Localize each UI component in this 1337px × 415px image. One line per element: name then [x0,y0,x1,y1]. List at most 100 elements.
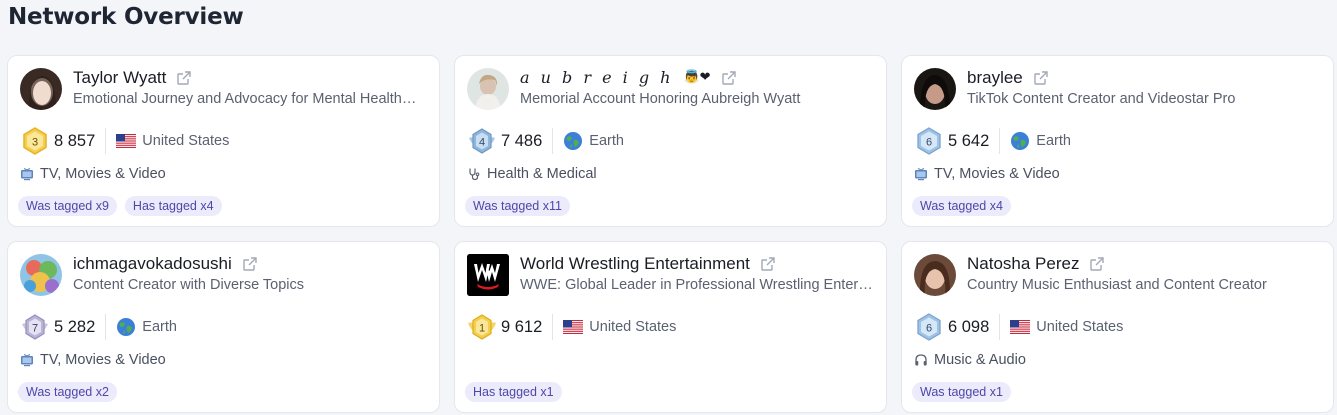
tag-badge[interactable]: Has tagged x1 [465,382,562,402]
category-label: TV, Movies & Video [40,352,166,368]
location: Earth [1010,131,1071,151]
profile-name[interactable]: World Wrestling Entertainment [520,254,750,274]
category: Music & Audio [914,352,1026,368]
location-label: Earth [142,319,177,335]
followers-count: 6 098 [948,314,1001,340]
category: TV, Movies & Video [20,166,166,182]
rank-winged-silver-badge-icon: 7 [22,314,48,340]
profile-card[interactable]: ichmagavokadosushi Content Creator with … [7,241,440,413]
followers-count: 7 486 [501,128,554,154]
avatar[interactable] [914,68,956,110]
followers-count: 9 612 [501,314,554,340]
name-emoji: 👼❤ [683,70,711,85]
followers-count: 5 642 [948,128,1001,154]
category: Health & Medical [467,166,597,182]
profile-description: TikTok Content Creator and Videostar Pro [967,91,1236,107]
us-flag-icon [563,320,584,334]
stats-row: 1 9 612 United States [467,312,676,342]
location: Earth [116,317,177,337]
page-title: Network Overview [8,4,244,30]
tag-list: Was tagged x11 [465,196,570,216]
tv-icon [915,168,927,181]
profile-description: Memorial Account Honoring Aubreigh Wyatt [520,91,801,107]
external-link-icon[interactable] [1089,256,1105,272]
location: Earth [563,131,624,151]
profile-card[interactable]: World Wrestling Entertainment WWE: Globa… [454,241,887,413]
profile-card[interactable]: Taylor Wyatt Emotional Journey and Advoc… [7,55,440,227]
avatar[interactable] [914,254,956,296]
profile-name[interactable]: braylee [967,68,1023,88]
stats-row: 3 8 857 United States [20,126,229,156]
wwe-logo-avatar[interactable] [467,254,509,296]
us-flag-icon [1010,320,1031,334]
profile-name[interactable]: Natosha Perez [967,254,1079,274]
svg-text:3: 3 [32,137,38,149]
tag-badge[interactable]: Was tagged x11 [465,196,570,216]
location: United States [116,133,229,149]
stats-row: 4 7 486 Earth [467,126,624,156]
external-link-icon[interactable] [242,256,258,272]
profile-description: WWE: Global Leader in Professional Wrest… [520,277,876,293]
location-label: United States [142,133,230,149]
profile-card[interactable]: a u b r e i g h 👼❤ Memorial Account Hono… [454,55,887,227]
tag-badge[interactable]: Was tagged x9 [18,196,117,216]
external-link-icon[interactable] [760,256,776,272]
tv-icon [21,354,33,367]
avatar[interactable] [467,68,509,110]
tv-icon [21,168,33,181]
followers-count: 5 282 [54,314,107,340]
profile-name[interactable]: a u b r e i g h [520,68,673,87]
svg-text:4: 4 [479,137,485,149]
tag-list: Has tagged x1 [465,382,562,402]
stats-row: 6 5 642 Earth [914,126,1071,156]
globe-icon [564,132,583,150]
svg-text:6: 6 [926,323,932,335]
avatar[interactable] [20,68,62,110]
globe-icon [1011,132,1030,150]
tag-list: Was tagged x4 [912,196,1011,216]
profile-card[interactable]: braylee TikTok Content Creator and Video… [901,55,1334,227]
svg-text:1: 1 [479,323,485,335]
location-label: Earth [1036,133,1071,149]
profile-description: Emotional Journey and Advocacy for Menta… [73,91,417,107]
rank-crystal-hexagon-icon: 6 [917,127,941,155]
followers-count: 8 857 [54,128,107,154]
category-label: Music & Audio [934,352,1026,368]
profile-name[interactable]: ichmagavokadosushi [73,254,232,274]
external-link-icon[interactable] [176,70,192,86]
tag-badge[interactable]: Was tagged x1 [912,382,1011,402]
globe-icon [117,318,136,336]
category: TV, Movies & Video [914,166,1060,182]
profile-description: Country Music Enthusiast and Content Cre… [967,277,1267,293]
external-link-icon[interactable] [1033,70,1049,86]
tag-badge[interactable]: Has tagged x4 [124,196,222,216]
stethoscope-icon [469,168,480,181]
svg-text:7: 7 [32,323,38,335]
svg-text:6: 6 [926,137,932,149]
profile-description: Content Creator with Diverse Topics [73,277,305,293]
headphones-icon [915,354,927,366]
location-label: Earth [589,133,624,149]
location-label: United States [1036,319,1124,335]
category: TV, Movies & Video [20,352,166,368]
tag-badge[interactable]: Was tagged x2 [18,382,117,402]
tag-list: Was tagged x1 [912,382,1011,402]
category-label: Health & Medical [487,166,597,182]
external-link-icon[interactable] [721,70,737,86]
profile-card[interactable]: Natosha Perez Country Music Enthusiast a… [901,241,1334,413]
category-label: TV, Movies & Video [40,166,166,182]
location-label: United States [589,319,677,335]
profile-name[interactable]: Taylor Wyatt [73,68,166,88]
tag-badge[interactable]: Was tagged x4 [912,196,1011,216]
tag-list: Was tagged x2 [18,382,117,402]
rank-winged-badge-icon: 4 [469,128,495,154]
avatar[interactable] [20,254,62,296]
tag-list: Was tagged x9 Has tagged x4 [18,196,222,216]
location: United States [1010,319,1123,335]
rank-winged-gold-badge-icon: 1 [468,314,496,340]
rank-gold-hexagon-icon: 3 [23,127,47,155]
location: United States [563,319,676,335]
stats-row: 7 5 282 Earth [20,312,177,342]
stats-row: 6 6 098 United States [914,312,1123,342]
rank-crystal-hexagon-icon: 6 [917,313,941,341]
